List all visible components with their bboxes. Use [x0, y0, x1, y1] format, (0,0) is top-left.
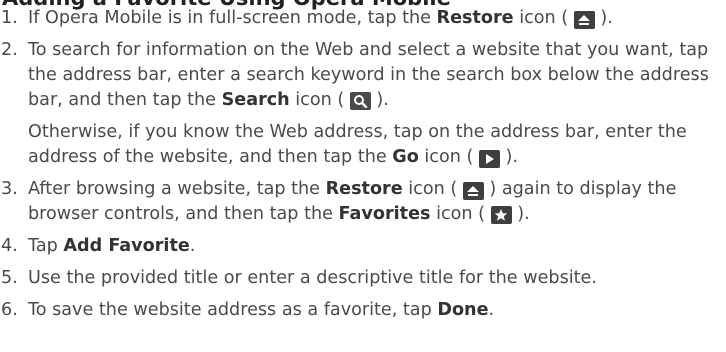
step-number: 4.	[1, 236, 18, 256]
step-number: 1.	[1, 8, 18, 28]
step-2: 2. To search for information on the Web …	[0, 38, 726, 170]
step-number: 6.	[1, 300, 18, 320]
search-icon	[349, 92, 371, 110]
step-5: 5. Use the provided title or enter a des…	[0, 266, 726, 291]
search-term: Search	[221, 90, 290, 110]
step-1: 1. If Opera Mobile is in full-screen mod…	[0, 6, 726, 31]
step-2-alternative: Otherwise, if you know the Web address, …	[28, 122, 687, 168]
step-3: 3. After browsing a website, tap the Res…	[1, 179, 677, 224]
step-number: 5.	[1, 268, 18, 288]
steps-list: 1. If Opera Mobile is in full-screen mod…	[0, 6, 726, 330]
restore-icon	[462, 182, 484, 200]
step-6: 6. To save the website address as a favo…	[0, 298, 726, 323]
step-4: 4. Tap Add Favorite.	[0, 234, 726, 259]
step-number: 3.	[1, 179, 18, 199]
step-number: 2.	[1, 40, 18, 60]
restore-term: Restore	[436, 8, 514, 28]
done-term: Done	[437, 300, 489, 320]
add-favorite-term: Add Favorite	[63, 236, 190, 256]
restore-term: Restore	[325, 179, 403, 199]
go-icon	[478, 150, 500, 168]
favorites-icon	[490, 206, 512, 224]
go-term: Go	[392, 147, 419, 167]
restore-icon	[573, 11, 595, 29]
favorites-term: Favorites	[338, 204, 431, 224]
